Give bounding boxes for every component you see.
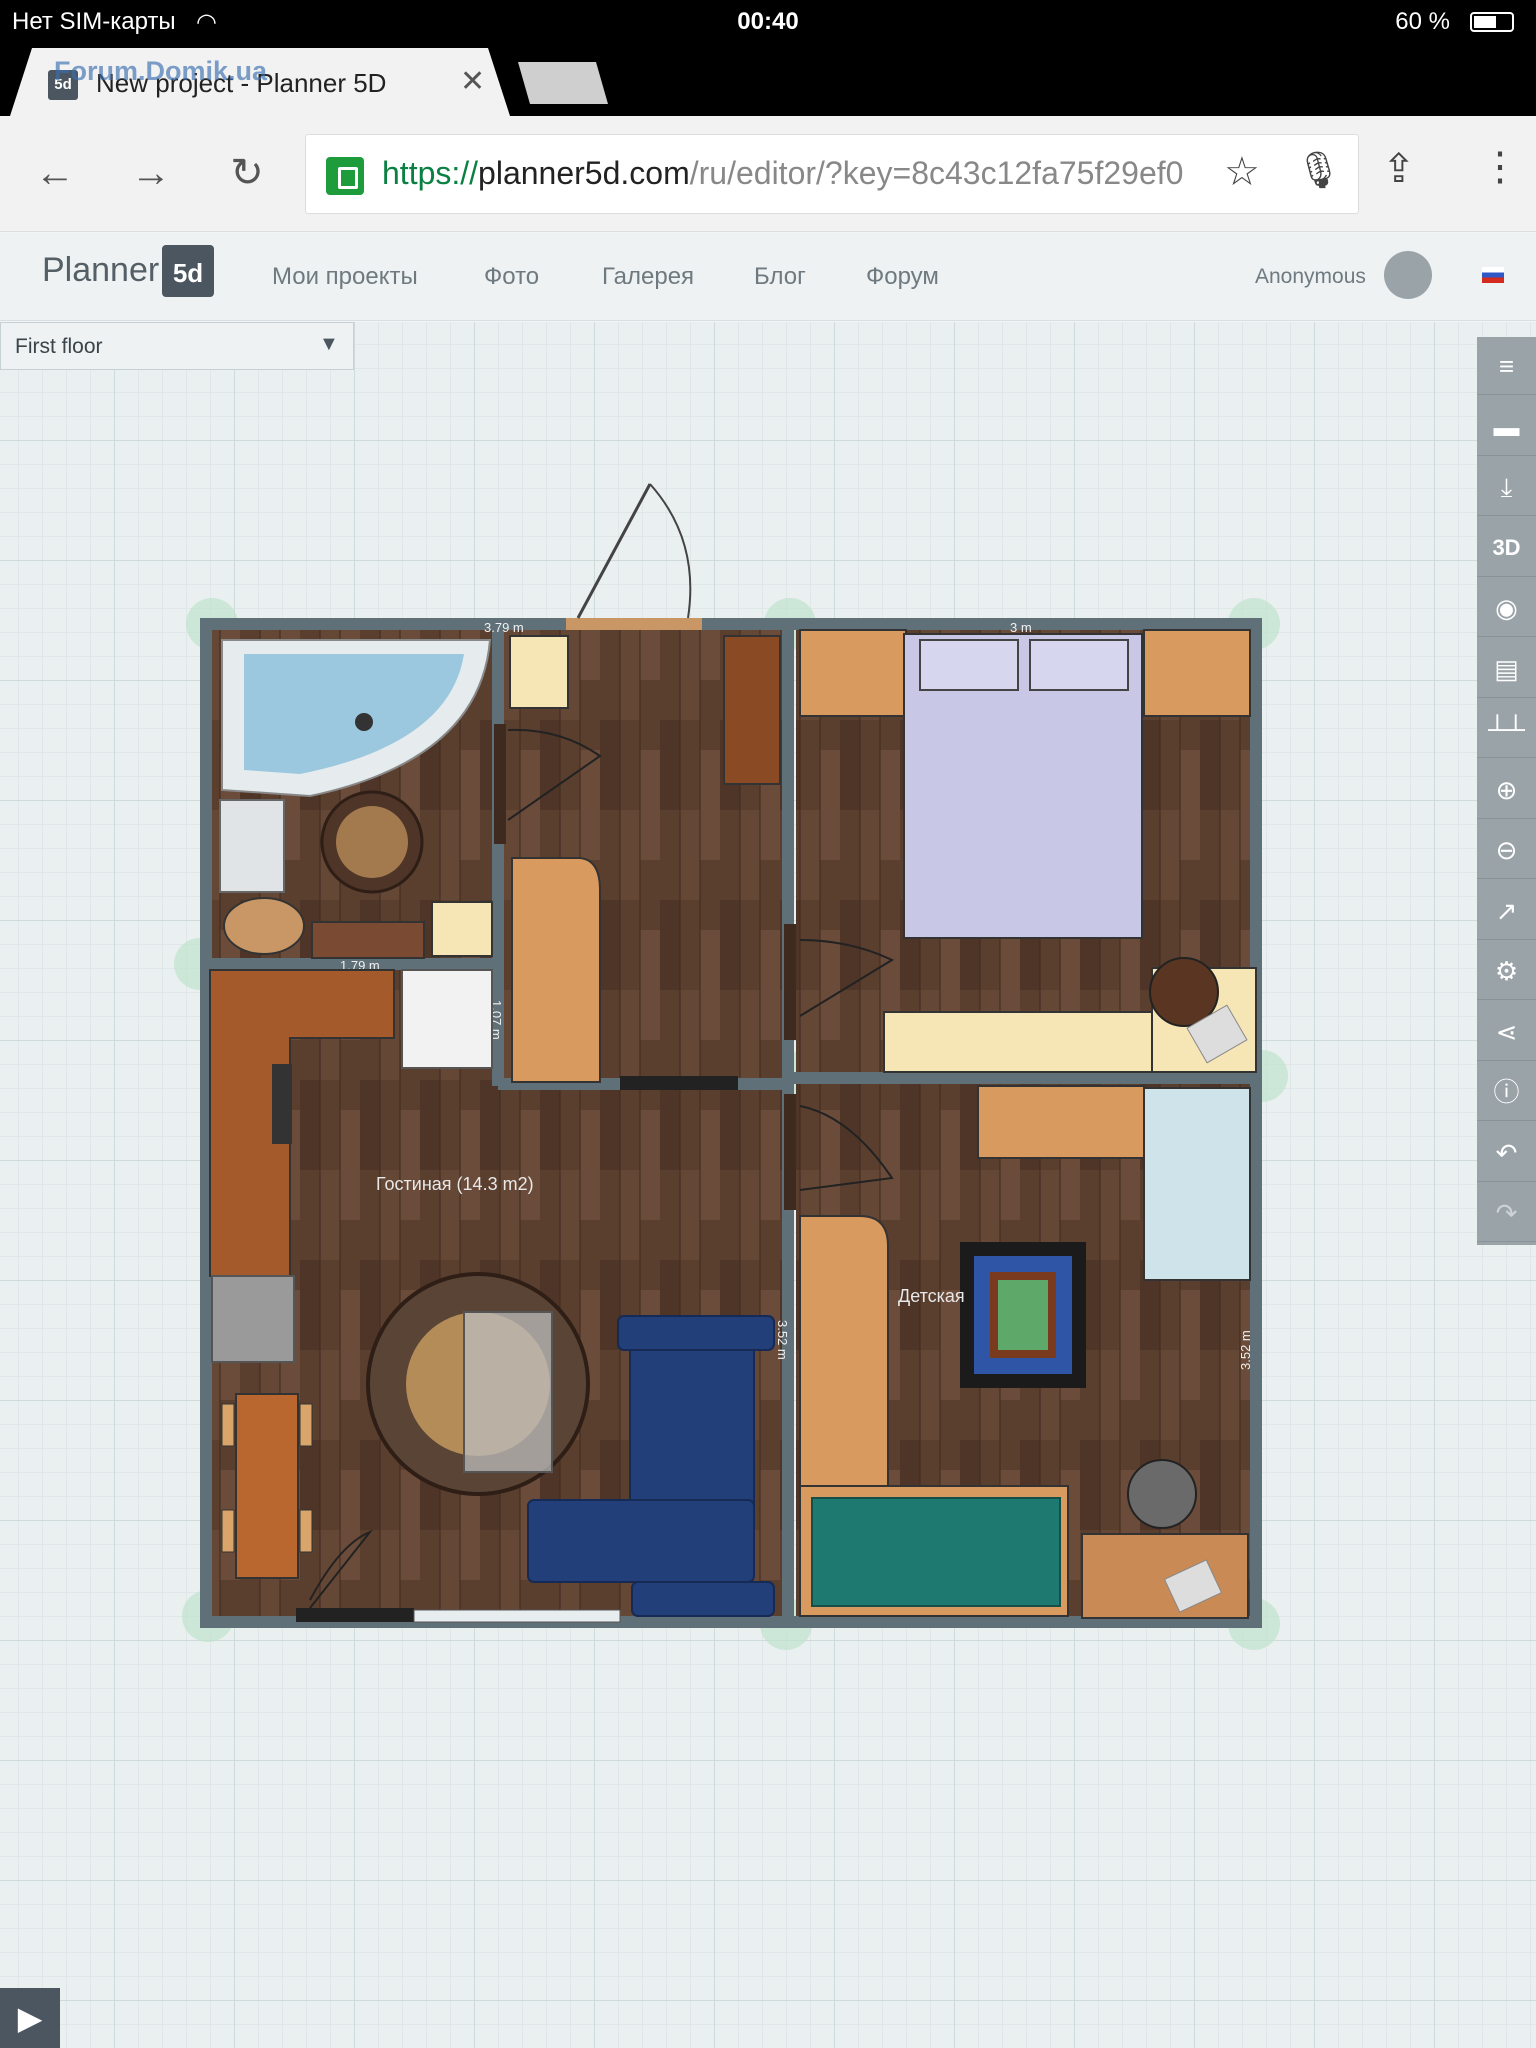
pillow [1029, 639, 1129, 691]
floor-plan[interactable]: 3.79 m 3 m 1.79 m 3.52 m 3.52 m 1.07 m Г… [0, 0, 1536, 2048]
oven[interactable] [211, 1275, 295, 1363]
nightstand-right[interactable] [1143, 629, 1251, 717]
stove[interactable] [272, 1064, 292, 1144]
undo-icon[interactable]: ↶ [1477, 1124, 1536, 1182]
kids-desk[interactable] [1081, 1533, 1249, 1619]
window [413, 1609, 621, 1623]
dimension-label: 3 m [1010, 620, 1032, 635]
entrance-door[interactable] [566, 483, 702, 630]
room-label-kids[interactable]: Детская [898, 1286, 965, 1306]
zoom-out-icon[interactable]: ⊖ [1477, 821, 1536, 879]
kids-bed[interactable] [1143, 1087, 1251, 1281]
ruler-icon[interactable]: ┴┴ [1477, 700, 1536, 758]
dimension-label: 3.52 m [775, 1320, 790, 1360]
kids-desk-chair[interactable] [1127, 1459, 1197, 1529]
round-rug-center [336, 806, 408, 878]
kids-room-door[interactable] [784, 1094, 796, 1210]
info-icon[interactable]: ⓘ [1477, 1063, 1536, 1121]
redo-icon[interactable]: ↷ [1477, 1184, 1536, 1242]
dropdown-arrow-icon: ▼ [319, 333, 339, 355]
print-icon[interactable]: ▤ [1477, 640, 1536, 698]
play-icon[interactable]: ▶ [0, 1988, 60, 2048]
menu-icon[interactable]: ≡ [1477, 337, 1536, 395]
bath-cabinet[interactable] [311, 921, 425, 959]
bedroom-door[interactable] [784, 924, 796, 1040]
kids-rug-center [998, 1280, 1048, 1350]
kids-wardrobe[interactable] [799, 1215, 889, 1489]
coffee-table[interactable] [463, 1311, 553, 1473]
room-label-living[interactable]: Гостиная (14.3 m2) [376, 1174, 534, 1194]
hall-ottoman[interactable] [509, 635, 569, 709]
3d-icon[interactable]: 3D [1477, 519, 1536, 577]
folder-icon[interactable]: ▬ [1477, 398, 1536, 456]
sink[interactable] [219, 799, 285, 893]
share-icon[interactable]: ⋖ [1477, 1003, 1536, 1061]
camera-icon[interactable]: ◉ [1477, 579, 1536, 637]
sofa-bed-mattress[interactable] [811, 1497, 1061, 1607]
bath-stool[interactable] [431, 901, 493, 957]
toilet[interactable] [223, 897, 305, 955]
bathroom-door[interactable] [494, 724, 506, 844]
nightstand-left[interactable] [799, 629, 907, 717]
hall-console[interactable] [511, 857, 601, 1083]
download-icon[interactable]: ⤓ [1477, 458, 1536, 516]
external-link-icon[interactable]: ↗ [1477, 882, 1536, 940]
fridge[interactable] [401, 969, 493, 1069]
hall-doorway[interactable] [620, 1076, 738, 1090]
zoom-in-icon[interactable]: ⊕ [1477, 761, 1536, 819]
dining-table[interactable] [235, 1393, 299, 1579]
dimension-label: 3.79 m [484, 620, 524, 635]
balcony-door[interactable] [296, 1608, 414, 1622]
dimension-label: 3.52 m [1238, 1330, 1253, 1370]
settings-icon[interactable]: ⚙ [1477, 942, 1536, 1000]
kids-dresser[interactable] [977, 1085, 1145, 1159]
floor-selector[interactable]: First floor ▼ [0, 322, 354, 370]
wardrobe[interactable] [723, 635, 781, 785]
dresser[interactable] [883, 1011, 1155, 1073]
floor-selector-value: First floor [15, 335, 103, 358]
pillow [919, 639, 1019, 691]
editor-tools-sidebar: ≡ ▬ ⤓ 3D ◉ ▤ ┴┴ ⊕ ⊖ ↗ ⚙ ⋖ ⓘ ↶ ↷ [1477, 337, 1536, 1245]
